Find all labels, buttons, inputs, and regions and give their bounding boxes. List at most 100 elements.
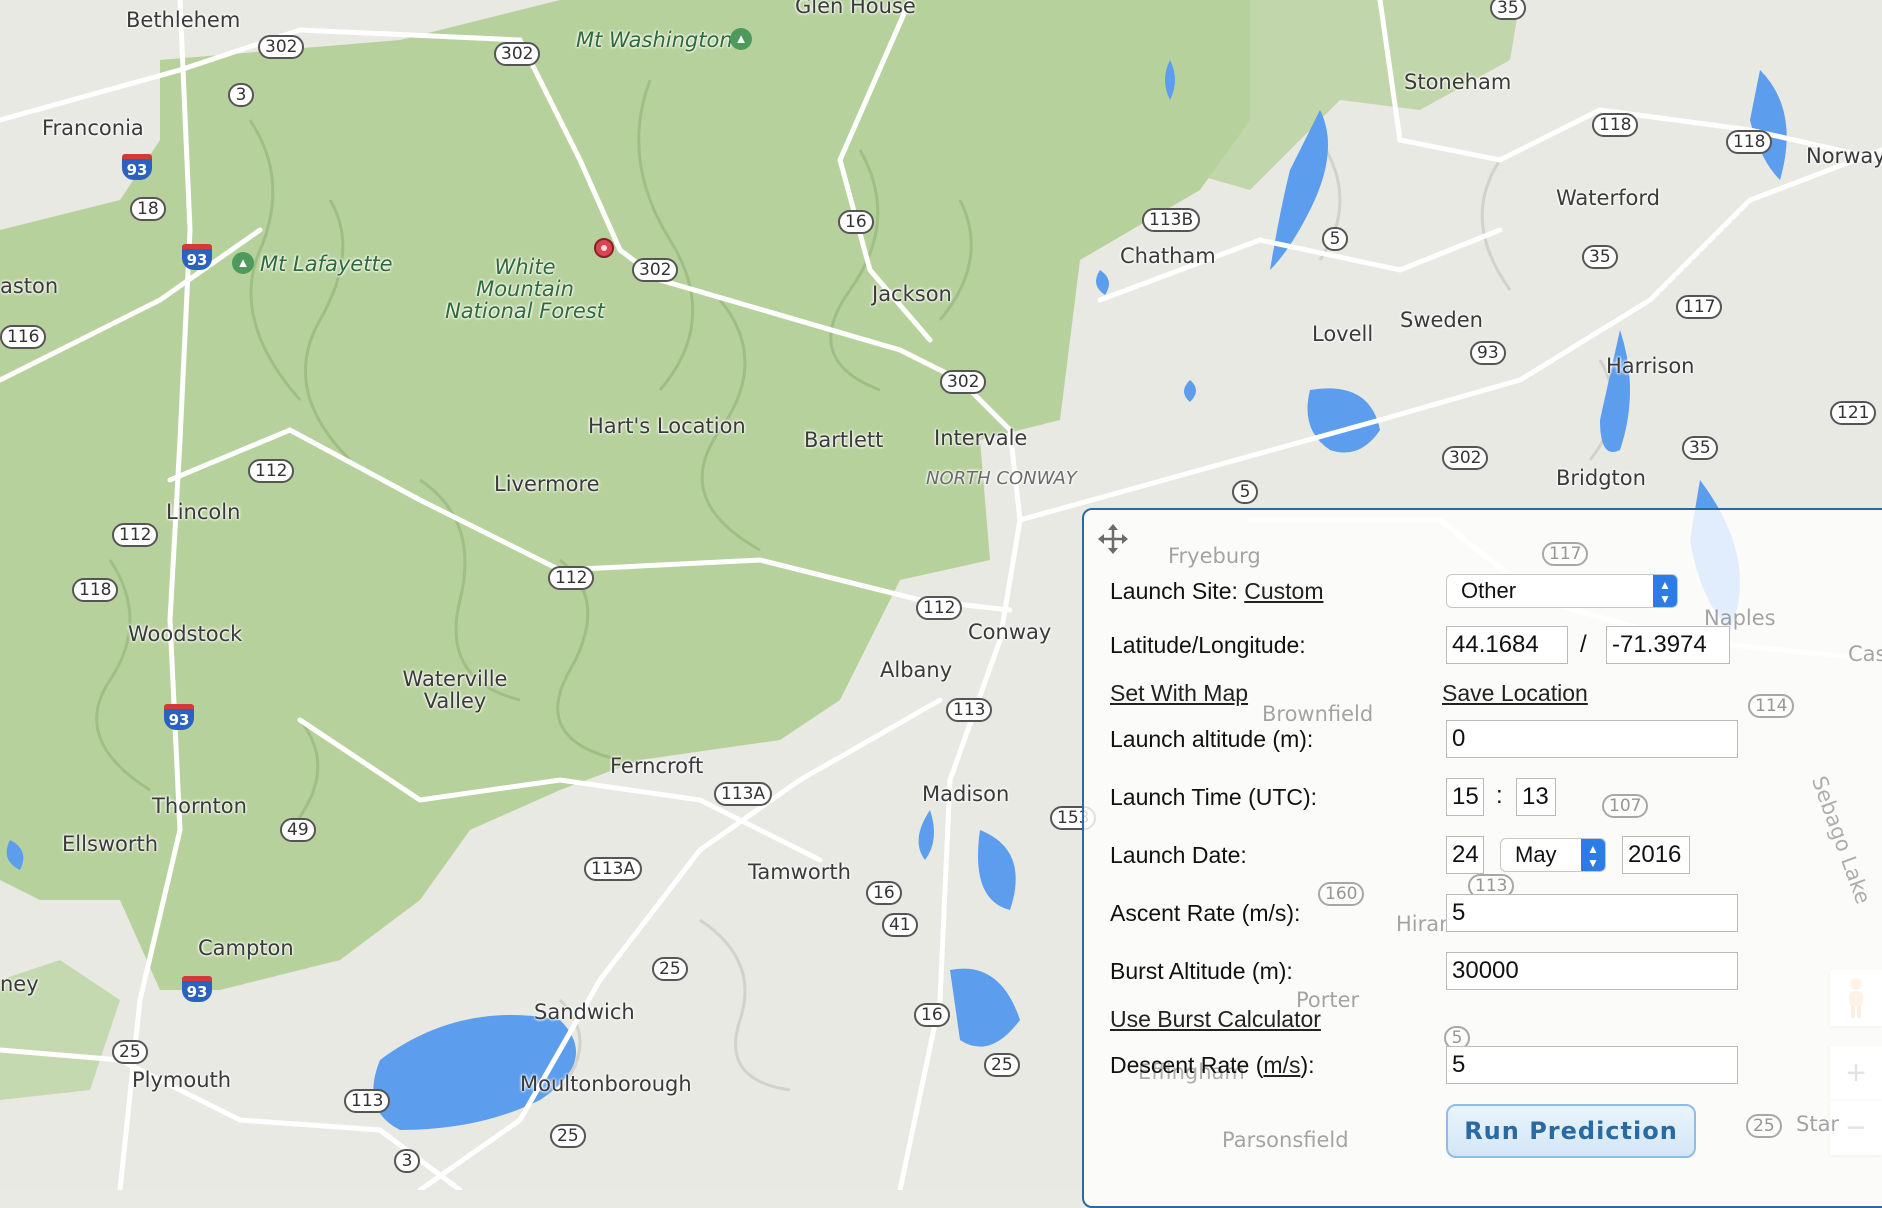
place-bethlehem: Bethlehem: [126, 8, 241, 32]
launch-altitude-input[interactable]: [1446, 720, 1738, 758]
place-franconia: Franconia: [42, 116, 144, 140]
route-shield: 302: [632, 258, 679, 282]
place-mt-lafayette: Mt Lafayette: [260, 252, 393, 276]
place-norway: Norway: [1806, 144, 1882, 168]
launch-month-value: May: [1515, 842, 1557, 867]
launch-minute-input[interactable]: [1516, 778, 1556, 816]
route-shield: 113A: [714, 782, 773, 806]
longitude-input[interactable]: [1606, 626, 1730, 664]
route-shield: 16: [838, 210, 874, 234]
place-ferncroft: Ferncroft: [610, 754, 704, 778]
route-shield: 112: [248, 459, 295, 483]
launch-day-input[interactable]: [1446, 836, 1484, 874]
route-shield: 35: [1582, 245, 1618, 269]
place-intervale: Intervale: [934, 426, 1028, 450]
place-brownfield: Brownfield: [1262, 702, 1374, 726]
place-tamworth: Tamworth: [748, 860, 851, 884]
place-harrison: Harrison: [1606, 354, 1695, 378]
launch-site-row: Launch Site: Custom: [1110, 578, 1324, 605]
forest-label-line: Mountain: [476, 277, 574, 301]
interstate-shield: 93: [182, 244, 212, 270]
place-albany: Albany: [880, 658, 953, 682]
place-sebago-lake: Sebago Lake: [1806, 772, 1876, 908]
descent-unit-link[interactable]: m/s: [1263, 1052, 1300, 1078]
latlon-separator: /: [1580, 631, 1587, 658]
peak-icon: ▲: [232, 252, 254, 274]
run-prediction-button[interactable]: Run Prediction: [1446, 1104, 1696, 1158]
place-north-conway: NORTH CONWAY: [926, 468, 1077, 489]
forest-label-line: White: [494, 255, 556, 279]
route-shield: 107: [1602, 794, 1649, 818]
set-with-map-link[interactable]: Set With Map: [1110, 680, 1248, 707]
route-shield: 117: [1676, 295, 1723, 319]
route-shield: 25: [1746, 1114, 1782, 1138]
interstate-shield: 93: [182, 976, 212, 1002]
place-sweden: Sweden: [1400, 308, 1483, 332]
place-bartlett: Bartlett: [804, 428, 884, 452]
route-shield: 302: [494, 42, 541, 66]
route-shield: 118: [1592, 113, 1639, 137]
route-shield: 117: [1542, 542, 1589, 566]
place-fryeburg: Fryeburg: [1168, 544, 1261, 568]
time-label: Launch Time (UTC):: [1110, 784, 1318, 810]
place-stoneham: Stoneham: [1404, 70, 1512, 94]
place-ney: ney: [0, 972, 39, 996]
route-shield: 160: [1318, 882, 1365, 906]
burst-altitude-input[interactable]: [1446, 952, 1738, 990]
descent-label-end: ):: [1300, 1052, 1315, 1078]
place-plymouth: Plymouth: [132, 1068, 232, 1092]
interstate-shield: 93: [164, 704, 194, 730]
route-shield: 25: [652, 957, 688, 981]
launch-location-marker[interactable]: [594, 238, 614, 258]
launch-month-select[interactable]: May ▲ ▼: [1500, 838, 1606, 872]
burst-label: Burst Altitude (m):: [1110, 958, 1293, 984]
route-shield: 35: [1682, 436, 1718, 460]
latlon-label: Latitude/Longitude:: [1110, 632, 1306, 658]
ascent-rate-input[interactable]: [1446, 894, 1738, 932]
route-shield: 118: [1726, 130, 1773, 154]
route-shield: 118: [72, 578, 119, 602]
place-bridgton: Bridgton: [1556, 466, 1646, 490]
place-aston: aston: [0, 274, 59, 298]
burst-calculator-link[interactable]: Use Burst Calculator: [1110, 1006, 1321, 1033]
place-moultonborough: Moultonborough: [520, 1072, 692, 1096]
place-cas: Cas: [1848, 642, 1882, 666]
route-shield: 112: [916, 596, 963, 620]
route-shield: 5: [1232, 480, 1258, 504]
save-location-link[interactable]: Save Location: [1442, 680, 1588, 707]
place-livermore: Livermore: [494, 472, 600, 496]
launch-hour-input[interactable]: [1446, 778, 1484, 816]
place-madison: Madison: [922, 782, 1010, 806]
route-shield: 113: [344, 1089, 391, 1113]
place-mt-washington: Mt Washington: [576, 28, 733, 52]
place-harts-location: Hart's Location: [588, 414, 746, 438]
custom-site-link[interactable]: Custom: [1244, 578, 1323, 604]
altitude-label: Launch altitude (m):: [1110, 726, 1314, 752]
descent-rate-input[interactable]: [1446, 1046, 1738, 1084]
launch-site-select[interactable]: Other ▲ ▼: [1446, 574, 1678, 608]
place-waterford: Waterford: [1556, 186, 1660, 210]
place-woodstock: Woodstock: [128, 622, 243, 646]
route-shield: 3: [394, 1149, 420, 1173]
route-shield: 3: [228, 83, 254, 107]
route-shield: 18: [130, 197, 166, 221]
launch-site-value: Other: [1461, 578, 1517, 603]
drag-move-icon[interactable]: [1096, 522, 1130, 556]
descent-label: Descent Rate (: [1110, 1052, 1264, 1078]
place-jackson: Jackson: [872, 282, 952, 306]
place-conway: Conway: [968, 620, 1052, 644]
place-ellsworth: Ellsworth: [62, 832, 159, 856]
route-shield: 112: [112, 523, 159, 547]
place-star: Star: [1796, 1112, 1840, 1136]
launch-year-input[interactable]: [1622, 836, 1690, 874]
time-separator: :: [1496, 782, 1503, 809]
route-shield: 302: [258, 35, 305, 59]
latitude-input[interactable]: [1446, 626, 1568, 664]
place-white-mountain-forest: White Mountain National Forest: [440, 256, 610, 322]
prediction-panel: Fryeburg 117 Naples Cas Brownfield 114 1…: [1082, 508, 1882, 1208]
route-shield: 25: [984, 1053, 1020, 1077]
route-shield: 16: [914, 1003, 950, 1027]
route-shield: 41: [882, 913, 918, 937]
route-shield: 113B: [1142, 208, 1201, 232]
place-sandwich: Sandwich: [534, 1000, 635, 1024]
